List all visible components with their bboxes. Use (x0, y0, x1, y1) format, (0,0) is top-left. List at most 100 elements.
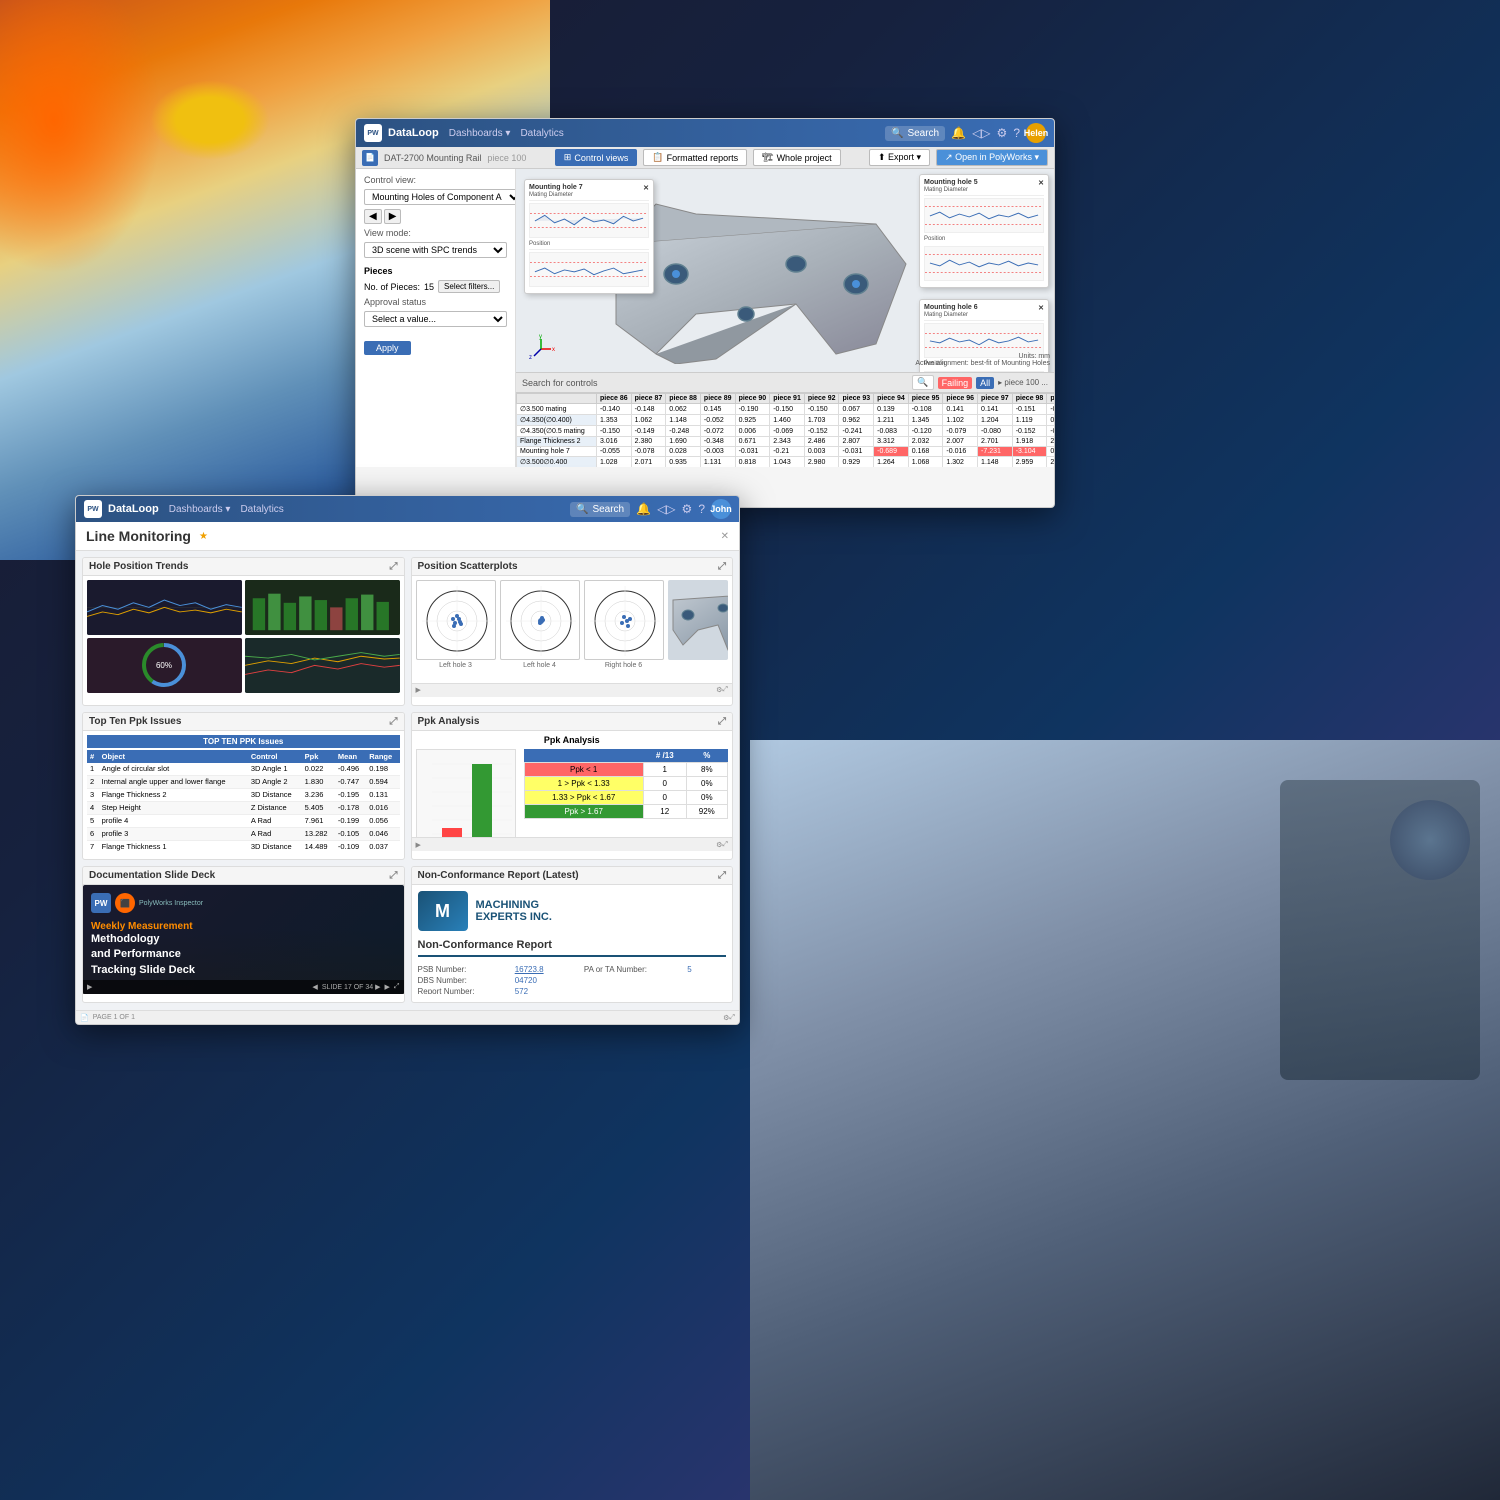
table-row: ∅3.500 mating -0.140-0.1480.0620.145-0.1… (517, 404, 1055, 415)
dashboard-bell-icon[interactable]: 🔔 (636, 502, 651, 516)
dashboard-user-avatar[interactable]: John (711, 499, 731, 519)
nav-datalytics[interactable]: Datalytics (520, 128, 563, 139)
spc-hole7-diameter-chart (529, 203, 649, 238)
scatter-title: Position Scatterplots (418, 561, 518, 572)
user-avatar[interactable]: Helen (1026, 123, 1046, 143)
ncr-report-value: 572 (515, 987, 578, 994)
select-filters-button[interactable]: Select filters... (438, 280, 500, 293)
table-row: ∅3.500∅0.400 1.0282.0710.9351.1310.8181.… (517, 457, 1055, 468)
inspector-3d-view: Mounting hole 7 ✕ Mating Diameter Positi… (516, 169, 1054, 467)
ppk-analysis-table: # /13 % Ppk < 1 1 8% (524, 749, 729, 819)
prev-view-button[interactable]: ◀ (364, 209, 382, 224)
worker-photo-right (750, 740, 1500, 1500)
ppk10-expand-icon[interactable]: ⤢ (390, 716, 398, 727)
tab-whole-project[interactable]: 🏗 Whole project (753, 149, 840, 166)
ncr-report-label: Report Number: (418, 987, 509, 994)
ncr-dbs-value: 04720 (515, 976, 578, 985)
spc-hole5-position-chart (924, 246, 1044, 281)
scatter-footer-icon[interactable]: ▶ (416, 686, 421, 694)
svg-text:x: x (552, 347, 555, 353)
all-badge[interactable]: All (976, 377, 994, 389)
spc-close-icon[interactable]: ✕ (643, 184, 649, 192)
approval-label: Approval status (364, 297, 426, 307)
table-row: ∅4.350(∅0.400) 1.3531.0621.148-0.0520.92… (517, 415, 1055, 426)
trend-chart-3 (245, 638, 400, 693)
ppk-analysis-title: Ppk Analysis (418, 716, 480, 727)
documentation-expand-icon[interactable]: ⤢ (390, 870, 398, 881)
slide-play-icon[interactable]: ▶ (87, 983, 92, 991)
dashboard-nav-datalytics[interactable]: Datalytics (240, 504, 283, 515)
ppk-row-lt1: Ppk < 1 1 8% (524, 762, 728, 776)
ncr-psb-value[interactable]: 16723.8 (515, 965, 578, 974)
control-view-select-row: Mounting Holes of Component A (360, 187, 511, 207)
row-label: Mounting hole 7 (517, 447, 597, 457)
slide-fullscreen-icon[interactable]: ⤢ (394, 983, 400, 991)
tab-formatted-reports[interactable]: 📋 Formatted reports (643, 149, 747, 166)
nav-dashboards[interactable]: Dashboards ▾ (449, 128, 511, 139)
view-mode-select[interactable]: 3D scene with SPC trends (364, 242, 507, 258)
widget-scatter: Position Scatterplots ⤢ (411, 557, 734, 706)
view-mode-row: View mode: (360, 226, 511, 240)
widget-ppk10: Top Ten Ppk Issues ⤢ TOP TEN PPK Issues … (82, 712, 405, 861)
ppk-row-gt167: Ppk > 1.67 12 92% (524, 804, 728, 818)
dashboard-nav-dashboards[interactable]: Dashboards ▾ (169, 504, 231, 515)
spc-close-icon2[interactable]: ✕ (1038, 179, 1044, 187)
scatter-plot-left-hole4: Left hole 4 (500, 580, 580, 669)
col-p90: piece 90 (735, 394, 770, 404)
col-p96: piece 96 (943, 394, 978, 404)
spc-close-icon3[interactable]: ✕ (1038, 304, 1044, 312)
search-icon-btn[interactable]: 🔍 (912, 375, 933, 390)
tab-control-views[interactable]: ⊞ Control views (555, 149, 638, 166)
file-piece: piece 100 (487, 153, 526, 163)
scatter-expand-icon[interactable]: ⤢ (718, 561, 726, 572)
dashboard-titlebar-search[interactable]: 🔍 Search (570, 502, 630, 517)
star-icon[interactable]: ★ (199, 531, 208, 542)
scatter-plots-row: Left hole 3 (416, 580, 729, 669)
share-icon[interactable]: ◁▷ (972, 126, 990, 140)
ncr-expand-icon[interactable]: ⤢ (718, 870, 726, 881)
ncr-fields: PSB Number: 16723.8 PA or TA Number: 5 D… (418, 965, 727, 994)
ppk-footer-icon[interactable]: ▶ (416, 841, 421, 849)
close-dashboard-icon[interactable]: ✕ (721, 531, 729, 542)
ncr-pa-label: PA or TA Number: (584, 965, 681, 974)
slide-footer: ▶ ◀ SLIDE 17 OF 34 ▶ ▶ ⤢ (83, 980, 404, 994)
ppk10-col-range: Range (366, 750, 399, 763)
control-view-select[interactable]: Mounting Holes of Component A (364, 189, 516, 205)
ncr-company-name: MACHINING (476, 899, 552, 911)
export-button[interactable]: ⬆ Export ▾ (869, 149, 930, 166)
help-icon[interactable]: ? (1013, 126, 1020, 140)
pieces-row: No. of Pieces: 15 Select filters... (360, 278, 511, 295)
dashboard-settings-icon[interactable]: ⚙ (682, 502, 693, 516)
next-view-button[interactable]: ▶ (384, 209, 402, 224)
ppk-analysis-expand-icon[interactable]: ⤢ (718, 716, 726, 727)
ppk-row-133to167: 1.33 > Ppk < 1.67 0 0% (524, 790, 728, 804)
bell-icon[interactable]: 🔔 (951, 126, 966, 140)
settings-icon[interactable]: ⚙ (997, 126, 1008, 140)
dashboard-share-icon[interactable]: ◁▷ (657, 502, 675, 516)
scatter-fullscreen-icon[interactable]: ⤢ (722, 686, 728, 694)
apply-button[interactable]: Apply (364, 341, 411, 355)
view-mode-select-row: 3D scene with SPC trends (360, 240, 511, 260)
failing-badge[interactable]: Failing (938, 377, 973, 389)
col-p99: piece 99 (1047, 394, 1054, 404)
table-scroll-area[interactable]: piece 86 piece 87 piece 88 piece 89 piec… (516, 393, 1054, 467)
svg-text:60%: 60% (156, 661, 172, 670)
widget-controls: ⤢ (390, 561, 398, 572)
svg-text:z: z (529, 355, 532, 361)
dashboard-app-name: DataLoop (108, 503, 159, 515)
table-row: 2Internal angle upper and lower flange3D… (87, 775, 400, 788)
ppk-fullscreen-icon[interactable]: ⤢ (722, 841, 728, 849)
slide-next-icon[interactable]: ▶ (385, 983, 390, 991)
view-mode-label: View mode: (364, 228, 424, 238)
scatter-header: Position Scatterplots ⤢ (412, 558, 733, 576)
open-in-polyworks-button[interactable]: ↗ Open in PolyWorks ▾ (936, 149, 1048, 166)
ncr-company-logo: M (418, 891, 468, 931)
project-icon: 🏗 (762, 152, 773, 163)
approval-select[interactable]: Select a value... (364, 311, 507, 327)
dashboard-help-icon[interactable]: ? (698, 502, 705, 516)
slide-prev-icon[interactable]: ◀ (312, 983, 317, 991)
spc-card-hole7: Mounting hole 7 ✕ Mating Diameter Positi… (524, 179, 654, 294)
titlebar-search[interactable]: 🔍 Search (885, 126, 945, 141)
widget-expand-icon[interactable]: ⤢ (390, 561, 398, 572)
ppk10-col-control: Control (248, 750, 302, 763)
